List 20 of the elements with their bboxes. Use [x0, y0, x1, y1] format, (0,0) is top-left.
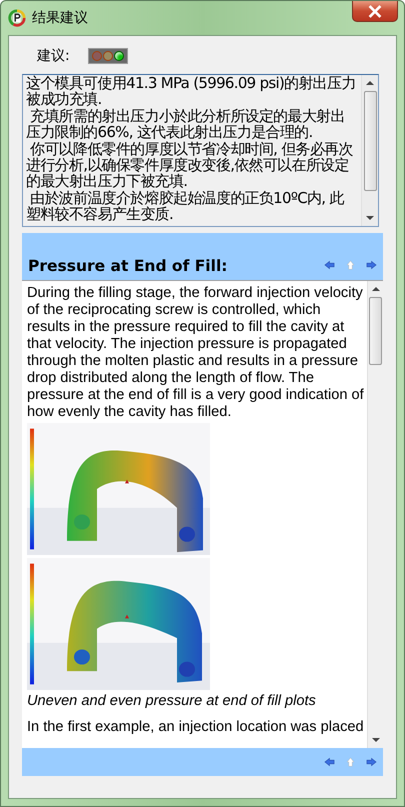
back-arrow-icon[interactable] — [324, 260, 335, 270]
paragraph: 充填所需的射出压力小於此分析所设定的最大射出压力限制的66%, 这代表此射出压力是合理的. — [26, 108, 346, 141]
app-icon — [8, 9, 26, 27]
text-box[interactable]: 这个模具可使用41.3 MPa (5996.09 psi)的射出压力被成功充填. 充填所需的射出压力小於此分析所设定的最大射出压力限制的66%, 这代表此射出压力是合理的. 你可以降低零件的厚度以节省冷却时间, 但务必再次进行分析,以确保零件厚度改变後,依然可以在所设定的最大射出压力下被充填. 由於波前温度介於熔胶起始温度的正负10ºC内, 此塑料较不容易产生变质. — [22, 74, 379, 227]
section-title: Pressure at End of Fill: — [28, 257, 228, 275]
paragraph: In the first example, an injection location was placed — [27, 719, 365, 736]
advice-label: 建议: — [37, 47, 70, 65]
scrollbar[interactable] — [361, 75, 378, 226]
scrollbar[interactable] — [367, 281, 383, 748]
paragraph: During the filling stage, the forward injection velocity of the reciprocating screw is controlled, which results in the pressure required to fill the cavity at that velocity. The injection pressure is propagated through the molten plastic and results in a pressure drop distributed along the length of flow. The pressure at the end of fill is a very good indication of how evenly the cavity has filled. — [27, 285, 365, 421]
image-caption: Uneven and even pressure at end of fill plots — [27, 693, 317, 710]
forward-arrow-icon[interactable] — [366, 260, 377, 270]
forward-arrow-icon[interactable] — [366, 757, 377, 767]
paragraph: 由於波前温度介於熔胶起始温度的正负10ºC内, 此塑料较不容易产生变质. — [26, 190, 346, 223]
paragraph: 这个模具可使用41.3 MPa (5996.09 psi)的射出压力被成功充填. — [26, 75, 357, 108]
back-arrow-icon[interactable] — [324, 757, 335, 767]
paragraph: 你可以降低零件的厚度以节省冷却时间, 但务必再次进行分析,以确保零件厚度改变後,依然可以在所设定的最大射出压力下被充填. — [26, 140, 354, 190]
close-button[interactable] — [352, 1, 398, 22]
window-title: 结果建议 — [32, 9, 88, 27]
close-icon — [366, 4, 384, 18]
